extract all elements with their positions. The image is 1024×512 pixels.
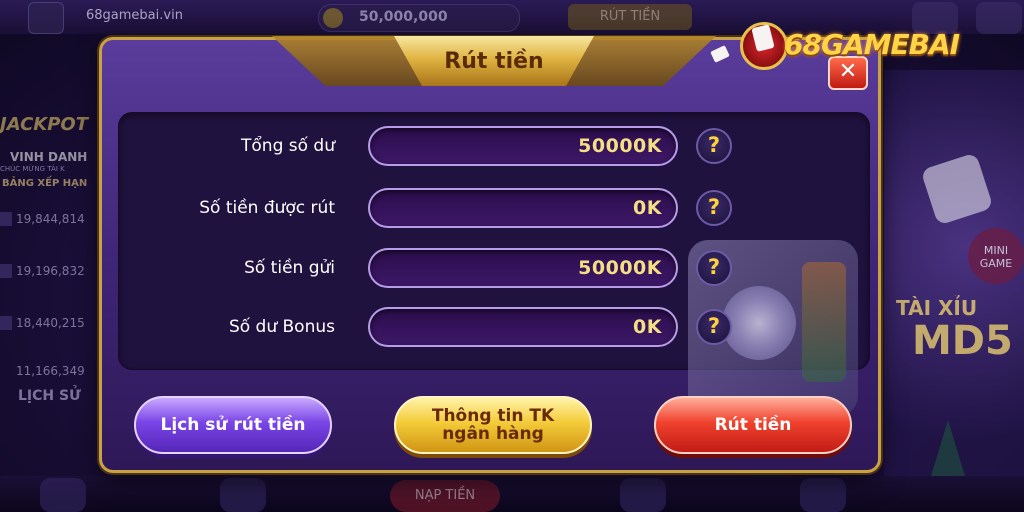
bottom-nav-item[interactable] [220,478,266,512]
withdraw-history-button[interactable]: Lịch sử rút tiền [134,396,332,454]
bottom-nav-item[interactable] [620,478,666,512]
ranking-value: 19,844,814 [16,212,85,226]
safe-dial-illustration [722,286,796,360]
site-name: 68gamebai.vin [86,8,183,23]
coin-balance-box: 50,000,000 [318,4,520,32]
bottom-nav-item[interactable] [800,478,846,512]
bonus-balance-label: Số dư Bonus [228,317,335,337]
ranking-value: 19,196,832 [16,264,85,278]
rank-icon [0,316,12,330]
bank-info-line-1: Thông tin TK [431,406,555,426]
avatar[interactable] [28,2,64,34]
bonus-balance-field: 0K [368,307,678,347]
bonus-balance-value: 0K [633,316,662,338]
top-withdraw-button[interactable]: RÚT TIỀN [568,4,692,30]
withdrawable-amount-value: 0K [633,197,662,219]
deposit-amount-value: 50000K [578,257,662,279]
withdraw-dialog: Rút tiền Tổng số dư 50000K ? Số tiền đượ… [99,36,881,473]
withdraw-button[interactable]: Rút tiền [654,396,852,454]
deposit-button[interactable]: NẠP TIỀN [390,480,500,512]
rank-icon [0,264,12,278]
bottom-bar [0,476,1024,512]
rank-icon [0,212,12,226]
dialog-title: Rút tiền [444,49,544,74]
withdrawable-amount-label: Số tiền được rút [199,198,335,218]
help-icon[interactable]: ? [696,128,732,164]
coin-balance: 50,000,000 [359,9,448,25]
bank-account-info-button[interactable]: Thông tin TK ngân hàng [394,396,592,454]
total-balance-value: 50000K [578,135,662,157]
history-tab[interactable]: LỊCH SỬ [18,388,81,404]
help-icon[interactable]: ? [696,309,732,345]
total-balance-label: Tổng số dư [241,136,335,156]
logo-text: 68GAMEBAI [784,28,960,61]
tai-xiu-label[interactable]: TÀI XỈU [896,296,977,320]
mini-game-button[interactable]: MINI GAME [968,228,1024,284]
withdrawable-amount-field: 0K [368,188,678,228]
md5-label[interactable]: MD5 [912,318,1013,364]
help-icon[interactable]: ? [696,190,732,226]
jackpot-banner: JACKPOT [0,114,89,135]
vinh-danh-title: VINH DANH [10,150,88,164]
help-icon[interactable]: ? [696,250,732,286]
ranking-value: 11,166,349 [16,364,85,378]
ranking-value: 18,440,215 [16,316,85,330]
bank-info-line-2: ngân hàng [442,424,544,444]
deposit-amount-label: Số tiền gửi [244,258,335,278]
bottom-nav-item[interactable] [40,478,86,512]
total-balance-field: 50000K [368,126,678,166]
brand-logo: 68GAMEBAI [740,18,1024,78]
ranking-title: BẢNG XẾP HẠN [2,178,88,189]
coin-icon [323,8,343,28]
safe-money-illustration [802,262,846,382]
deposit-amount-field: 50000K [368,248,678,288]
congrats-text: CHÚC MỪNG TÀI K [0,165,65,173]
